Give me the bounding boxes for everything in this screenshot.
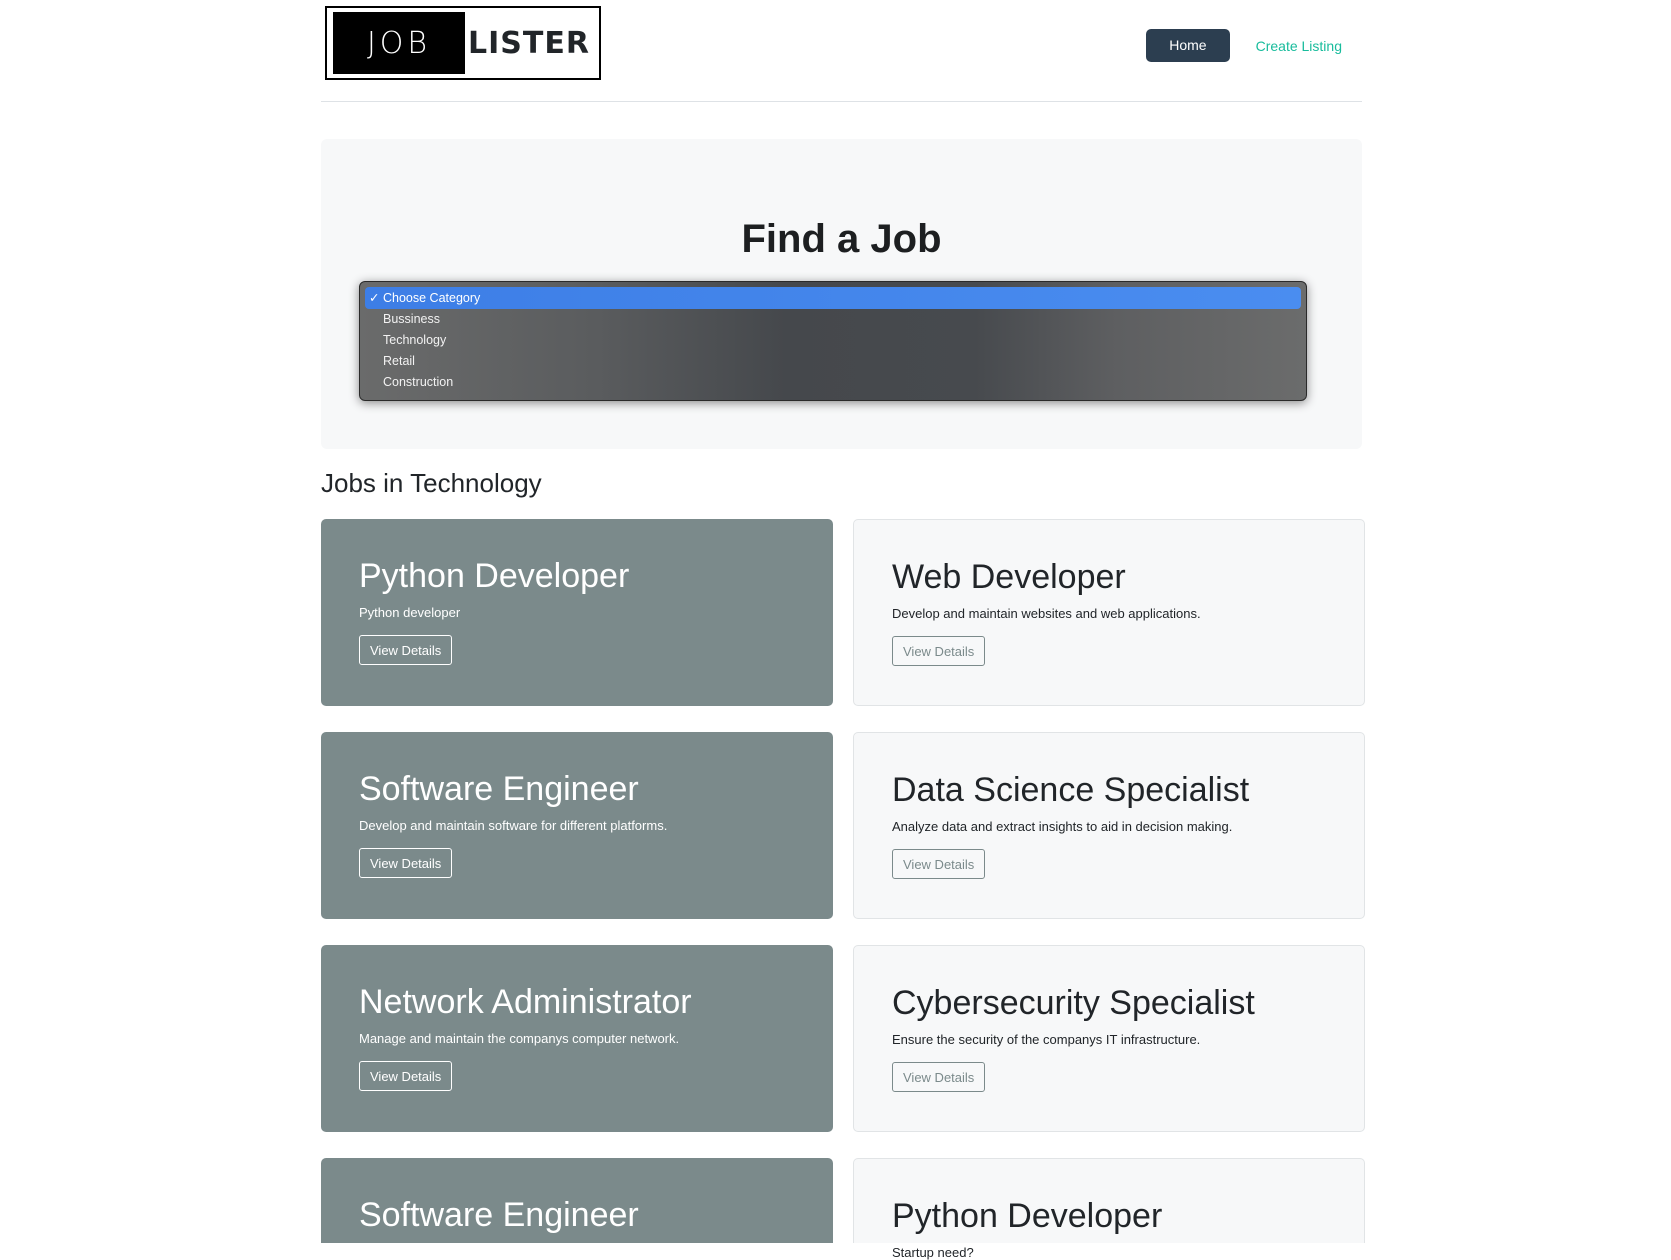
job-description: Startup need? xyxy=(892,1245,974,1260)
job-card: Software Engineer Develop and maintain s… xyxy=(321,732,833,919)
search-panel: Find a Job ✓ Choose Category Bussiness T… xyxy=(321,139,1362,449)
category-option-choose[interactable]: ✓ Choose Category xyxy=(365,287,1301,309)
option-label: Choose Category xyxy=(383,291,481,305)
option-label: Retail xyxy=(383,354,415,368)
view-details-button[interactable]: View Details xyxy=(892,636,986,666)
job-title: Software Engineer xyxy=(359,770,639,808)
job-title: Network Administrator xyxy=(359,983,692,1021)
view-details-button[interactable]: View Details xyxy=(359,848,453,878)
job-title: Python Developer xyxy=(892,1197,1163,1235)
job-description: Python developer xyxy=(359,605,461,620)
create-listing-link[interactable]: Create Listing xyxy=(1256,38,1342,54)
view-details-button[interactable]: View Details xyxy=(892,1062,986,1092)
search-title: Find a Job xyxy=(741,217,942,261)
category-option-construction[interactable]: Construction xyxy=(365,371,1301,393)
job-card: Cybersecurity Specialist Ensure the secu… xyxy=(853,945,1365,1132)
job-description: Analyze data and extract insights to aid… xyxy=(892,819,1233,834)
job-card: Web Developer Develop and maintain websi… xyxy=(853,519,1365,706)
job-card: Data Science Specialist Analyze data and… xyxy=(853,732,1365,919)
job-title: Python Developer xyxy=(359,557,630,595)
job-title: Cybersecurity Specialist xyxy=(892,984,1255,1022)
header: JOB LISTER Home Create Listing xyxy=(321,0,1362,102)
job-description: Develop and maintain software for our cu… xyxy=(359,1244,711,1259)
nav-bar: Home Create Listing xyxy=(1146,29,1342,62)
job-title: Software Engineer xyxy=(359,1196,639,1234)
check-icon: ✓ xyxy=(369,291,380,305)
job-title: Web Developer xyxy=(892,558,1126,596)
option-label: Construction xyxy=(383,375,454,389)
category-option-business[interactable]: Bussiness xyxy=(365,308,1301,330)
category-option-technology[interactable]: Technology xyxy=(365,329,1301,351)
job-card: Network Administrator Manage and maintai… xyxy=(321,945,833,1132)
logo-lister-text: LISTER xyxy=(468,25,590,61)
option-label: Technology xyxy=(383,333,447,347)
view-details-button[interactable]: View Details xyxy=(892,849,986,879)
section-title: Jobs in Technology xyxy=(321,468,542,498)
job-card: Software Engineer Develop and maintain s… xyxy=(321,1158,833,1259)
job-description: Develop and maintain websites and web ap… xyxy=(892,606,1201,621)
job-card: Python Developer Startup need? xyxy=(853,1158,1365,1260)
view-details-button[interactable]: View Details xyxy=(359,635,453,665)
job-description: Ensure the security of the companys IT i… xyxy=(892,1032,1201,1047)
logo-job-text: JOB xyxy=(333,12,465,74)
job-card: Python Developer Python developer View D… xyxy=(321,519,833,706)
logo[interactable]: JOB LISTER xyxy=(325,6,601,80)
home-button[interactable]: Home xyxy=(1146,29,1230,62)
job-description: Develop and maintain software for differ… xyxy=(359,818,668,833)
job-title: Data Science Specialist xyxy=(892,771,1250,809)
page-container: JOB LISTER Home Create Listing Find a Jo… xyxy=(321,0,1365,1260)
category-dropdown[interactable]: ✓ Choose Category Bussiness Technology R… xyxy=(359,281,1307,401)
option-label: Bussiness xyxy=(383,312,440,326)
job-description: Manage and maintain the companys compute… xyxy=(359,1031,680,1046)
view-details-button[interactable]: View Details xyxy=(359,1061,453,1091)
category-option-retail[interactable]: Retail xyxy=(365,350,1301,372)
